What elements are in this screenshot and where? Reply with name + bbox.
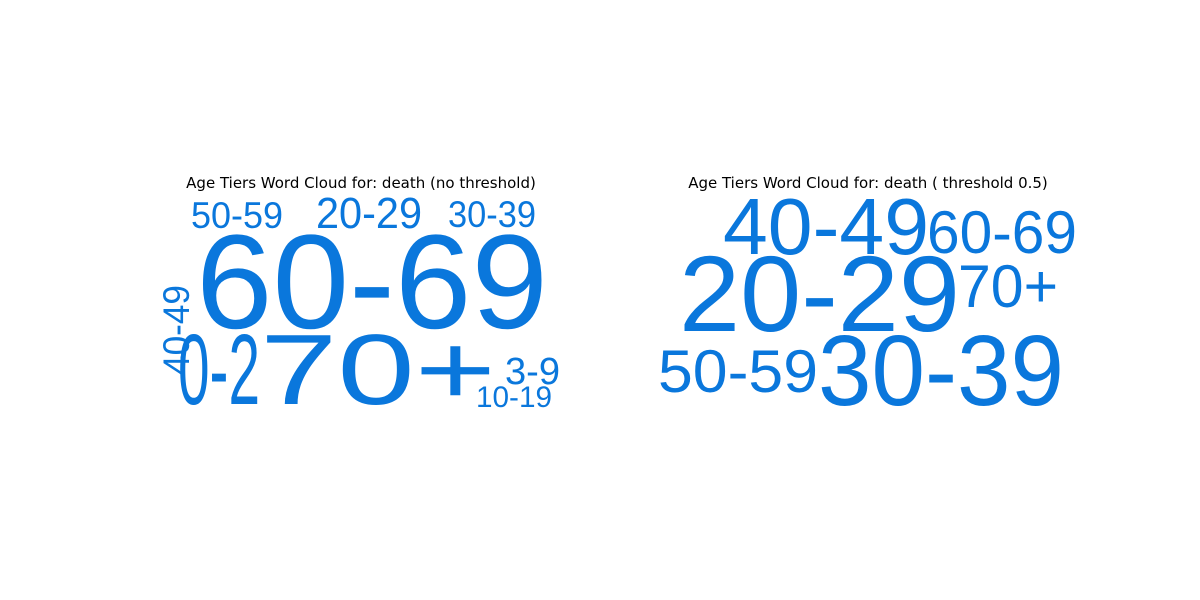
word-40-49: 40-49 bbox=[723, 182, 929, 271]
wordcloud-area: 60-69 0-2 70+ 20-29 50-59 30-39 40-49 3-9 10-19 bbox=[156, 189, 562, 426]
figure: Age Tiers Word Cloud for: death (no thre… bbox=[0, 0, 1200, 600]
word-20-29: 20-29 bbox=[316, 189, 422, 238]
word-50-59: 50-59 bbox=[658, 338, 818, 405]
word-70: 70+ bbox=[958, 253, 1058, 320]
wordcloud-panel-threshold: Age Tiers Word Cloud for: death ( thresh… bbox=[650, 174, 1086, 427]
wordcloud-panel-no-threshold: Age Tiers Word Cloud for: death (no thre… bbox=[156, 174, 562, 426]
word-30-39: 30-39 bbox=[818, 315, 1064, 427]
wordcloud-area: 20-29 30-39 40-49 60-69 50-59 70+ bbox=[650, 182, 1086, 427]
word-10-19: 10-19 bbox=[476, 381, 552, 414]
wordcloud-svg: 60-690-2 70+20-2950-59 30-3940-49 3-910-19 bbox=[156, 189, 560, 426]
wordcloud-svg: 20-2930-3940-4960-6950-5970+ bbox=[658, 182, 1077, 427]
word-70: 70+ bbox=[260, 314, 496, 426]
word-50-59: 50-59 bbox=[191, 195, 283, 236]
word-30-39: 30-39 bbox=[448, 194, 536, 235]
word-40-49: 40-49 bbox=[156, 285, 197, 375]
